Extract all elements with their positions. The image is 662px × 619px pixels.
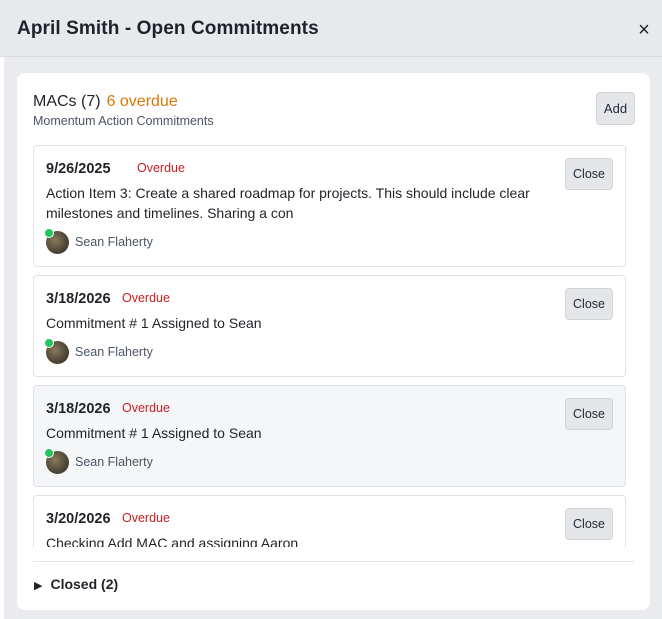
modal-title: April Smith - Open Commitments xyxy=(17,18,319,39)
status-badge: Overdue xyxy=(122,291,170,305)
close-button[interactable]: Close xyxy=(565,288,613,320)
macs-panel: MACs (7) 6 overdue Momentum Action Commit… xyxy=(17,73,650,610)
commitment-text: Commitment # 1 Assigned to Sean xyxy=(46,315,262,331)
commitment-date: 3/20/2026 xyxy=(46,511,111,527)
divider xyxy=(33,561,634,562)
macs-count: MACs (7) xyxy=(33,93,101,110)
commitment-card: 3/18/2026 Overdue Commitment # 1 Assigne… xyxy=(33,275,626,377)
online-badge-icon xyxy=(44,337,54,348)
close-icon[interactable]: × xyxy=(634,20,654,40)
online-badge-icon xyxy=(44,447,54,458)
status-badge: Overdue xyxy=(122,511,170,525)
status-badge: Overdue xyxy=(137,161,185,175)
commitment-text: Action Item 3: Create a shared roadmap f… xyxy=(46,185,530,221)
assignee: Sean Flaherty xyxy=(44,447,153,474)
overdue-count: 6 overdue xyxy=(106,93,178,110)
commitment-text: Checking Add MAC and assigning Aaron xyxy=(46,535,299,547)
avatar xyxy=(44,447,69,474)
commitment-date: 3/18/2026 xyxy=(46,291,111,307)
commitment-card: 3/20/2026 Overdue Checking Add MAC and a… xyxy=(33,495,626,547)
avatar xyxy=(44,227,69,254)
closed-label: Closed (2) xyxy=(50,576,119,592)
assignee-name: Sean Flaherty xyxy=(75,235,153,249)
commitment-date: 9/26/2025 xyxy=(46,161,111,177)
assignee: Sean Flaherty xyxy=(44,337,153,364)
macs-subtitle: Momentum Action Commitments xyxy=(33,114,214,128)
commitment-text: Commitment # 1 Assigned to Sean xyxy=(46,425,262,441)
commitment-card: 3/18/2026 Overdue Commitment # 1 Assigne… xyxy=(33,385,626,487)
commitment-card: 9/26/2025 Overdue Action Item 3: Create … xyxy=(33,145,626,267)
triangle-right-icon: ▶ xyxy=(34,580,43,592)
add-button[interactable]: Add xyxy=(596,92,635,125)
commitment-list: 9/26/2025 Overdue Action Item 3: Create … xyxy=(33,145,626,547)
close-button[interactable]: Close xyxy=(565,398,613,430)
background-column xyxy=(0,57,4,619)
assignee: Sean Flaherty xyxy=(44,227,153,254)
modal-header: April Smith - Open Commitments × xyxy=(0,0,662,57)
commitment-date: 3/18/2026 xyxy=(46,401,111,417)
close-button[interactable]: Close xyxy=(565,508,613,540)
online-badge-icon xyxy=(44,227,54,238)
status-badge: Overdue xyxy=(122,401,170,415)
avatar xyxy=(44,337,69,364)
assignee-name: Sean Flaherty xyxy=(75,455,153,469)
close-button[interactable]: Close xyxy=(565,158,613,190)
macs-heading: MACs (7) 6 overdue xyxy=(33,93,178,111)
closed-section-toggle[interactable]: ▶ Closed (2) xyxy=(34,576,118,592)
assignee-name: Sean Flaherty xyxy=(75,345,153,359)
